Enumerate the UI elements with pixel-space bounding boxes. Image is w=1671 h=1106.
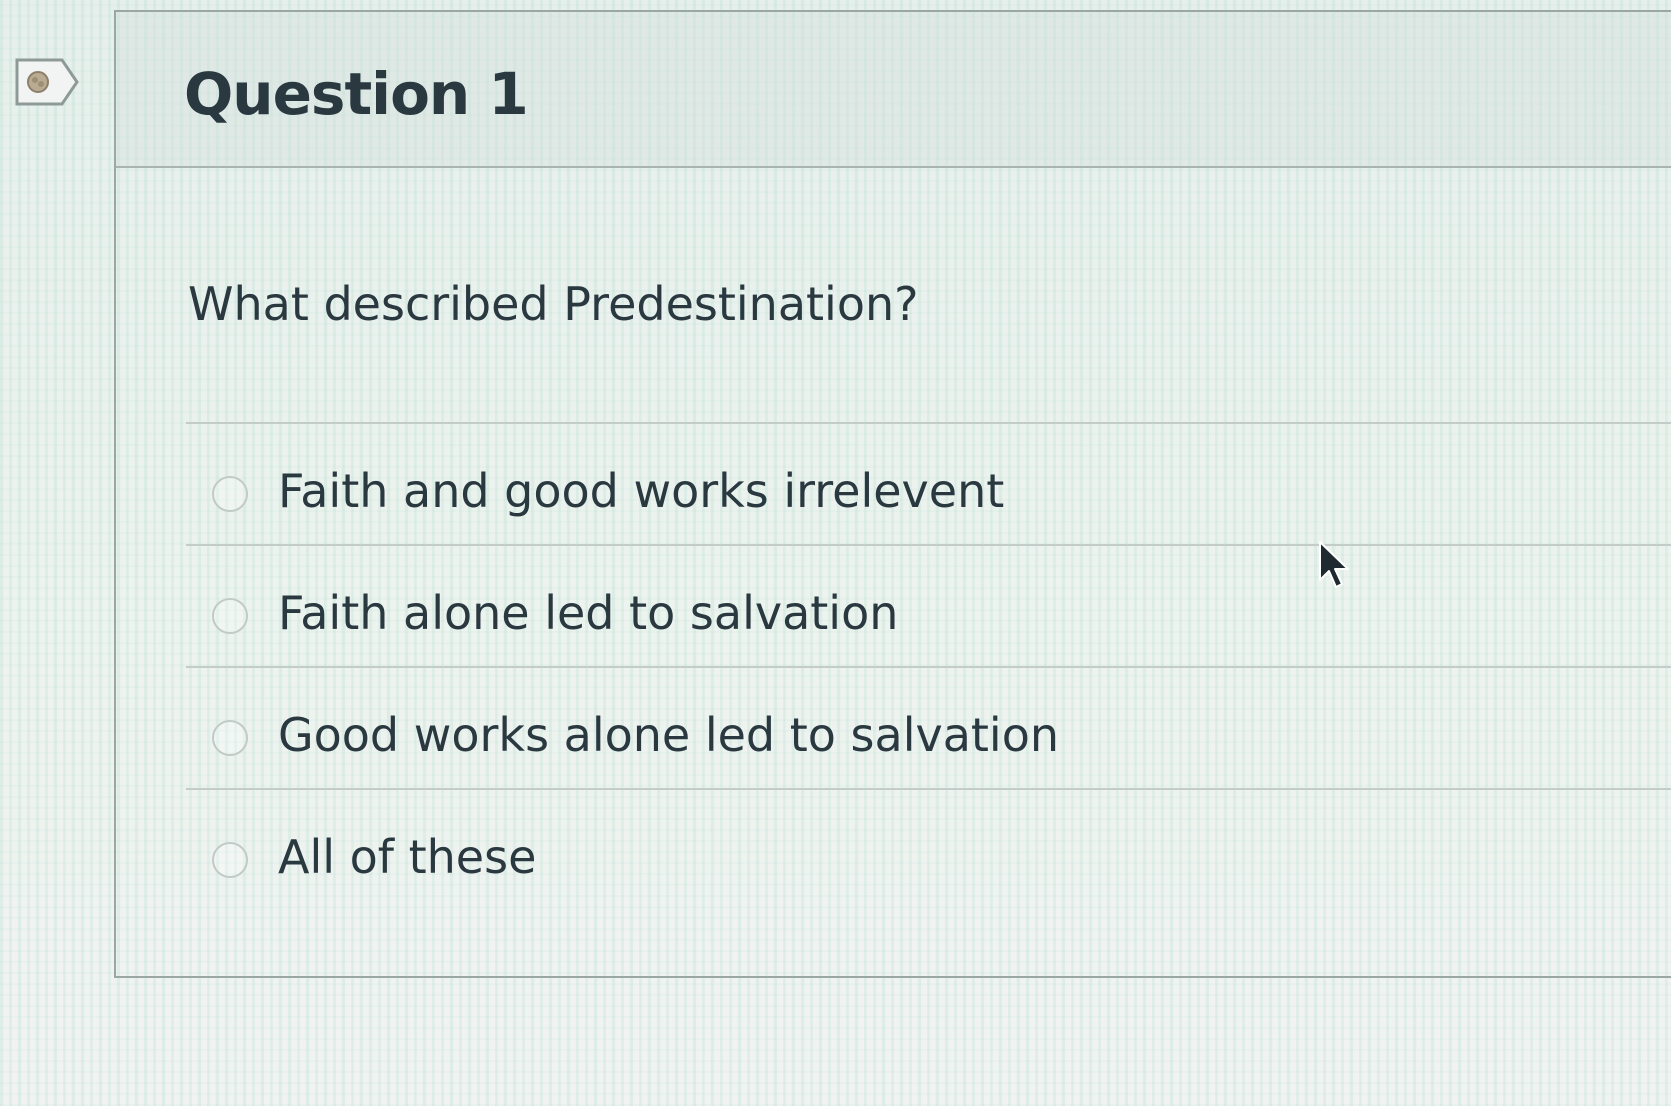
mouse-pointer-icon [1318,540,1352,590]
question-header: Question 1 [116,12,1671,168]
answer-label[interactable]: Good works alone led to salvation [278,708,1059,762]
radio-button[interactable] [212,476,248,512]
question-title: Question 1 [184,60,529,128]
radio-button[interactable] [212,842,248,878]
answer-list: Faith and good works irrelevent Faith al… [186,422,1671,910]
answer-label[interactable]: Faith and good works irrelevent [278,464,1004,518]
radio-button[interactable] [212,598,248,634]
answer-option[interactable]: Good works alone led to salvation [186,666,1671,788]
answer-option[interactable]: Faith and good works irrelevent [186,422,1671,544]
flag-question-icon[interactable] [14,56,80,108]
answer-label[interactable]: All of these [278,830,536,884]
answer-option[interactable]: Faith alone led to salvation [186,544,1671,666]
question-card: Question 1 What described Predestination… [114,10,1671,978]
answer-option[interactable]: All of these [186,788,1671,910]
question-text: What described Predestination? [188,277,919,331]
answer-label[interactable]: Faith alone led to salvation [278,586,898,640]
radio-button[interactable] [212,720,248,756]
